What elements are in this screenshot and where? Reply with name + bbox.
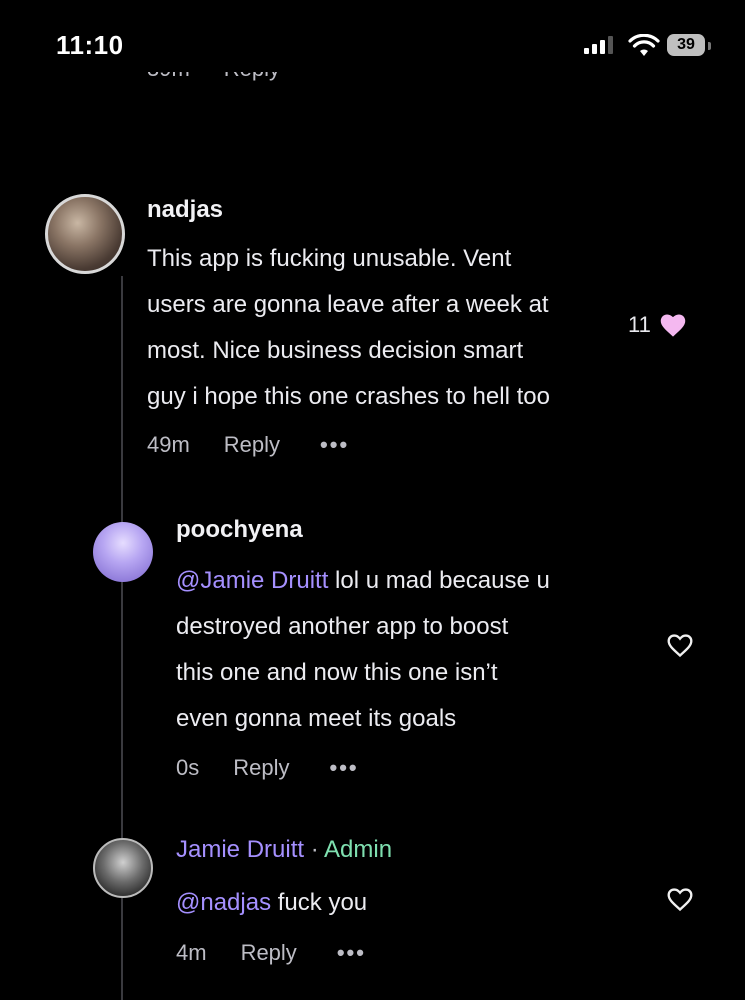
reply-button[interactable]: Reply xyxy=(241,940,297,966)
comment-line: @Jamie Druitt lol u mad because u xyxy=(176,558,636,604)
previous-comment-meta: 39m Reply ••• xyxy=(147,72,467,100)
comment-time: 0s xyxy=(176,755,200,780)
cellular-signal-icon xyxy=(584,36,613,54)
reply-button[interactable]: Reply xyxy=(233,755,289,781)
username-poochyena[interactable]: poochyena xyxy=(176,516,303,544)
wifi-icon xyxy=(628,34,660,56)
more-options-button[interactable]: ••• xyxy=(337,940,366,966)
comment-time: 49m xyxy=(147,432,190,457)
comment-text-nadjas: This app is fucking unusable. Vent users… xyxy=(147,236,617,420)
reply-button[interactable]: Reply xyxy=(224,432,280,458)
comment-line-text: fuck you xyxy=(271,889,368,916)
more-options-button[interactable]: ••• xyxy=(320,432,349,458)
comment-text-jamie-druitt: @nadjas fuck you xyxy=(176,880,636,926)
battery-icon: 39 xyxy=(667,34,711,58)
mention-link[interactable]: @nadjas xyxy=(176,889,271,916)
like-control-nadjas[interactable]: 11 xyxy=(628,312,687,338)
admin-badge: Admin xyxy=(324,836,393,863)
comment-line: even gonna meet its goals xyxy=(176,705,457,732)
mention-link[interactable]: @Jamie Druitt xyxy=(176,567,328,594)
previous-comment-reply-button[interactable]: Reply xyxy=(224,72,280,82)
like-count: 11 xyxy=(628,312,651,337)
comment-line-text: lol u mad because u xyxy=(328,567,550,594)
comment-line: destroyed another app to boost xyxy=(176,613,509,640)
comment-text-poochyena: @Jamie Druitt lol u mad because u destro… xyxy=(176,558,636,742)
comment-time: 4m xyxy=(176,940,207,965)
comment-line: most. Nice business decision smart xyxy=(147,337,524,364)
previous-comment-time: 39m xyxy=(147,72,190,82)
separator-dot: · xyxy=(304,836,325,863)
comment-line: users are gonna leave after a week at xyxy=(147,291,549,318)
avatar-poochyena[interactable] xyxy=(93,522,153,582)
comment-line: @nadjas fuck you xyxy=(176,880,636,926)
comment-meta-jamie-druitt: 4m Reply ••• xyxy=(176,940,366,966)
username-row-jamie-druitt: Jamie Druitt · Admin xyxy=(176,836,392,864)
username-nadjas[interactable]: nadjas xyxy=(147,196,223,224)
heart-outline-icon[interactable] xyxy=(666,632,694,658)
comment-meta-poochyena: 0s Reply ••• xyxy=(176,755,359,781)
comment-line: This app is fucking unusable. Vent xyxy=(147,245,512,272)
heart-filled-icon[interactable] xyxy=(659,312,687,338)
username-jamie-druitt[interactable]: Jamie Druitt xyxy=(176,836,304,863)
previous-comment-more-button[interactable]: ••• xyxy=(314,72,343,82)
comment-line: guy i hope this one crashes to hell too xyxy=(147,383,550,410)
status-time: 11:10 xyxy=(56,30,124,60)
comment-meta-nadjas: 49m Reply ••• xyxy=(147,432,349,458)
battery-level: 39 xyxy=(667,34,705,56)
avatar-jamie-druitt[interactable] xyxy=(93,838,153,898)
more-options-button[interactable]: ••• xyxy=(330,755,359,781)
avatar-nadjas[interactable] xyxy=(45,194,125,274)
heart-outline-icon[interactable] xyxy=(666,886,694,912)
comment-line: this one and now this one isn’t xyxy=(176,659,498,686)
